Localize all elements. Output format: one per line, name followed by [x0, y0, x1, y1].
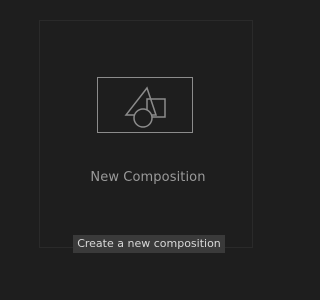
tooltip: Create a new composition: [73, 235, 225, 253]
composition-panel: [39, 20, 253, 248]
shapes-icon: [124, 86, 166, 128]
new-composition-button[interactable]: [97, 77, 193, 133]
new-composition-label[interactable]: New Composition: [0, 170, 296, 185]
